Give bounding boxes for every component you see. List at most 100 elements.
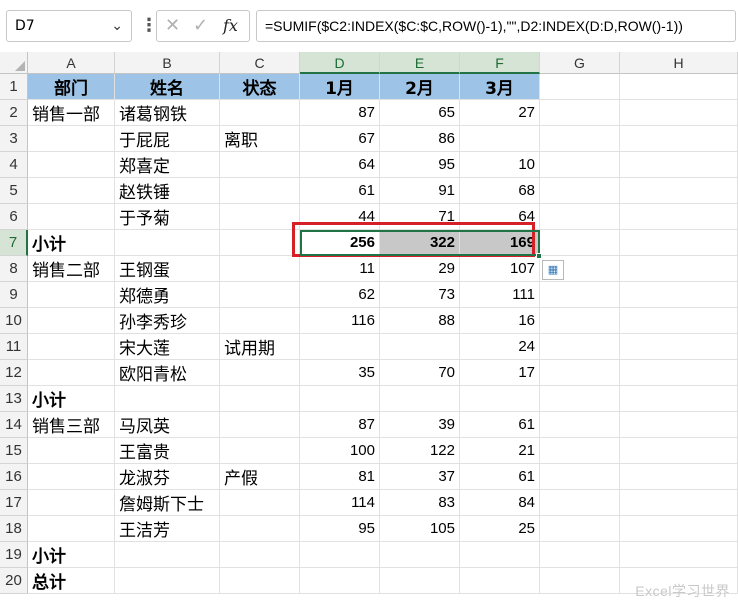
table-cell[interactable]: 107 (460, 256, 540, 282)
empty-cell[interactable] (620, 386, 738, 412)
row-header-4[interactable]: 4 (0, 152, 28, 178)
empty-cell[interactable] (540, 360, 620, 386)
table-cell[interactable] (300, 386, 380, 412)
table-cell[interactable]: 64 (460, 204, 540, 230)
table-cell[interactable] (115, 568, 220, 594)
table-cell[interactable]: 24 (460, 334, 540, 360)
table-cell[interactable] (220, 360, 300, 386)
empty-cell[interactable] (620, 464, 738, 490)
table-cell[interactable]: 销售二部 (28, 256, 115, 282)
table-cell[interactable]: 91 (380, 178, 460, 204)
table-cell[interactable]: 于予菊 (115, 204, 220, 230)
table-cell[interactable]: 销售三部 (28, 412, 115, 438)
empty-cell[interactable] (540, 386, 620, 412)
row-header-18[interactable]: 18 (0, 516, 28, 542)
name-box[interactable]: D7 ⌄ (6, 10, 132, 42)
table-cell[interactable] (115, 386, 220, 412)
header-cell[interactable]: 1月 (300, 74, 380, 100)
table-cell[interactable]: 70 (380, 360, 460, 386)
table-cell[interactable]: 169 (460, 230, 540, 256)
table-cell[interactable]: 64 (300, 152, 380, 178)
table-cell[interactable]: 10 (460, 152, 540, 178)
table-cell[interactable] (460, 386, 540, 412)
table-cell[interactable] (28, 178, 115, 204)
empty-cell[interactable] (620, 490, 738, 516)
table-cell[interactable]: 于屁屁 (115, 126, 220, 152)
cancel-icon[interactable]: ✕ (165, 11, 180, 41)
table-cell[interactable] (300, 542, 380, 568)
column-header-e[interactable]: E (380, 52, 460, 74)
empty-cell[interactable] (540, 542, 620, 568)
table-cell[interactable]: 小计 (28, 542, 115, 568)
table-cell[interactable] (380, 334, 460, 360)
empty-cell[interactable] (540, 100, 620, 126)
row-header-14[interactable]: 14 (0, 412, 28, 438)
empty-cell[interactable] (620, 152, 738, 178)
empty-cell[interactable] (620, 204, 738, 230)
empty-cell[interactable] (540, 490, 620, 516)
row-header-16[interactable]: 16 (0, 464, 28, 490)
table-cell[interactable] (28, 204, 115, 230)
header-cell[interactable]: 状态 (220, 74, 300, 100)
empty-cell[interactable] (540, 308, 620, 334)
row-header-17[interactable]: 17 (0, 490, 28, 516)
row-header-5[interactable]: 5 (0, 178, 28, 204)
table-cell[interactable]: 21 (460, 438, 540, 464)
table-cell[interactable]: 欧阳青松 (115, 360, 220, 386)
table-cell[interactable] (115, 542, 220, 568)
table-cell[interactable]: 孙李秀珍 (115, 308, 220, 334)
table-cell[interactable]: 39 (380, 412, 460, 438)
table-cell[interactable]: 27 (460, 100, 540, 126)
fill-handle[interactable] (536, 253, 542, 259)
row-header-12[interactable]: 12 (0, 360, 28, 386)
empty-cell[interactable] (540, 74, 620, 100)
table-cell[interactable]: 16 (460, 308, 540, 334)
table-cell[interactable]: 114 (300, 490, 380, 516)
table-cell[interactable]: 65 (380, 100, 460, 126)
column-header-f[interactable]: F (460, 52, 540, 74)
table-cell[interactable] (28, 334, 115, 360)
table-cell[interactable] (220, 438, 300, 464)
table-cell[interactable]: 68 (460, 178, 540, 204)
table-cell[interactable]: 37 (380, 464, 460, 490)
table-cell[interactable]: 122 (380, 438, 460, 464)
select-all-corner[interactable] (0, 52, 28, 74)
empty-cell[interactable] (620, 74, 738, 100)
row-header-15[interactable]: 15 (0, 438, 28, 464)
table-cell[interactable]: 宋大莲 (115, 334, 220, 360)
column-header-g[interactable]: G (540, 52, 620, 74)
table-cell[interactable] (220, 230, 300, 256)
table-cell[interactable] (300, 568, 380, 594)
table-cell[interactable]: 销售一部 (28, 100, 115, 126)
column-header-h[interactable]: H (620, 52, 738, 74)
table-cell[interactable]: 17 (460, 360, 540, 386)
header-cell[interactable]: 姓名 (115, 74, 220, 100)
empty-cell[interactable] (540, 230, 620, 256)
table-cell[interactable]: 35 (300, 360, 380, 386)
empty-cell[interactable] (540, 204, 620, 230)
table-cell[interactable] (28, 282, 115, 308)
table-cell[interactable]: 王钢蛋 (115, 256, 220, 282)
empty-cell[interactable] (620, 100, 738, 126)
table-cell[interactable]: 赵铁锤 (115, 178, 220, 204)
table-cell[interactable] (380, 386, 460, 412)
empty-cell[interactable] (540, 152, 620, 178)
table-cell[interactable] (380, 542, 460, 568)
table-cell[interactable]: 105 (380, 516, 460, 542)
header-cell[interactable]: 2月 (380, 74, 460, 100)
table-cell[interactable] (460, 126, 540, 152)
empty-cell[interactable] (620, 542, 738, 568)
empty-cell[interactable] (540, 412, 620, 438)
table-cell[interactable] (220, 204, 300, 230)
table-cell[interactable]: 25 (460, 516, 540, 542)
table-cell[interactable] (220, 178, 300, 204)
table-cell[interactable] (220, 100, 300, 126)
table-cell[interactable] (28, 126, 115, 152)
empty-cell[interactable] (540, 438, 620, 464)
table-cell[interactable]: 王洁芳 (115, 516, 220, 542)
header-cell[interactable]: 3月 (460, 74, 540, 100)
table-cell[interactable]: 73 (380, 282, 460, 308)
table-cell[interactable]: 小计 (28, 230, 115, 256)
empty-cell[interactable] (540, 126, 620, 152)
table-cell[interactable] (220, 542, 300, 568)
